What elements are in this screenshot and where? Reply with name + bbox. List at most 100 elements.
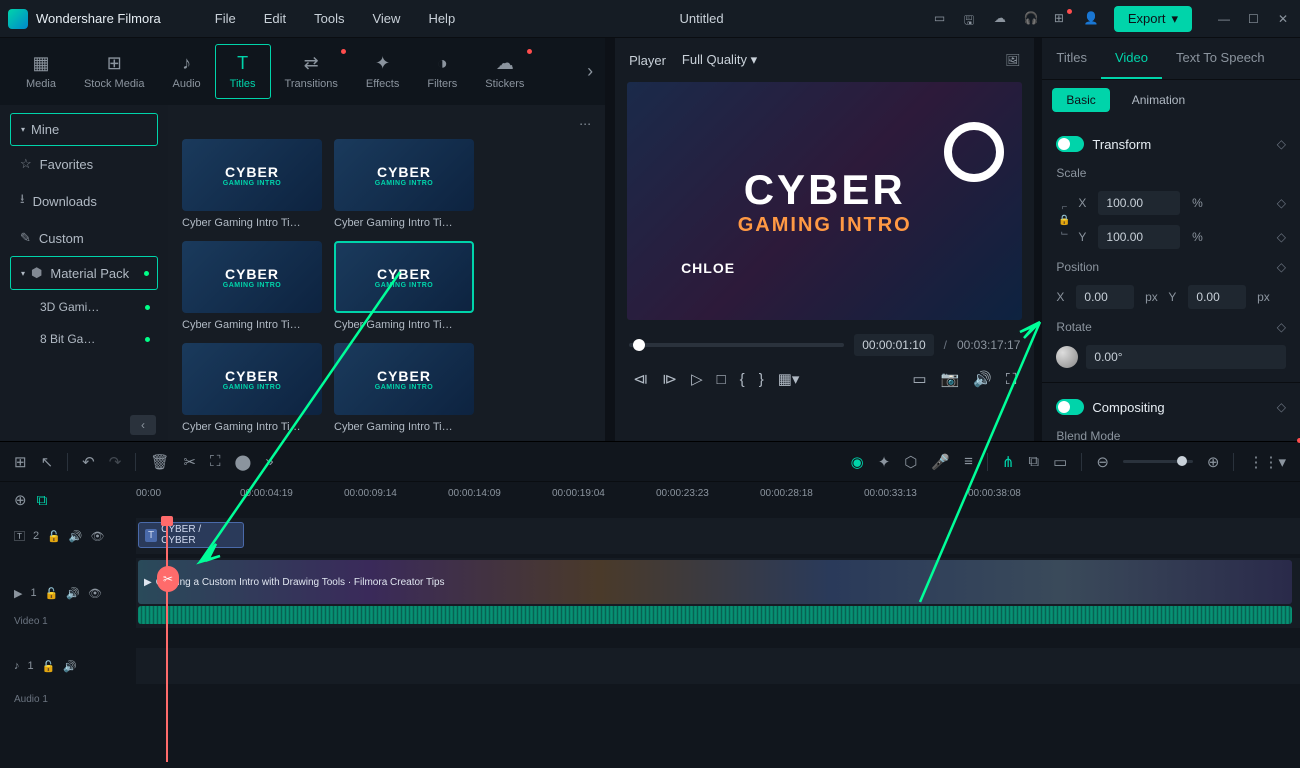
pointer-icon[interactable]: ↖ <box>41 453 54 471</box>
zoom-slider[interactable] <box>1123 460 1193 463</box>
export-button[interactable]: Export▾ <box>1114 6 1192 32</box>
device-icon[interactable]: ▭ <box>934 11 950 27</box>
keyframe-icon[interactable]: ◇ <box>1277 230 1286 244</box>
zoom-in-button[interactable]: ⊕ <box>1207 453 1220 471</box>
stop-button[interactable]: □ <box>717 371 726 388</box>
ai-button[interactable]: ◉ <box>851 453 864 471</box>
track-mute-icon[interactable]: 🔊 <box>63 660 77 673</box>
snapshot-icon[interactable]: 🖼 <box>1005 53 1020 67</box>
mic-icon[interactable]: 🎤 <box>931 453 950 471</box>
layout-icon[interactable]: ⊞ <box>14 453 27 471</box>
sidebar-item-favorites[interactable]: ☆Favorites <box>10 148 158 180</box>
track-lock-icon[interactable]: 🔓 <box>45 587 59 600</box>
preview-viewport[interactable]: CYBER GAMING INTRO CHLOE <box>627 82 1022 320</box>
sidebar-sub-3d-gaming[interactable]: 3D Gami… <box>10 292 158 322</box>
keyframe-icon[interactable]: ◇ <box>1277 260 1286 274</box>
track-link-icon[interactable]: ⧉ <box>37 492 48 509</box>
playhead[interactable] <box>166 522 168 762</box>
compositing-toggle[interactable] <box>1056 399 1084 415</box>
scale-x-input[interactable] <box>1098 191 1180 215</box>
next-frame-button[interactable]: ⧐ <box>662 370 677 388</box>
rotate-input[interactable] <box>1086 345 1286 369</box>
apps-icon[interactable]: ⊞ <box>1054 11 1070 27</box>
mark-in-button[interactable]: { <box>740 371 745 388</box>
menu-help[interactable]: Help <box>414 11 469 26</box>
menu-edit[interactable]: Edit <box>250 11 300 26</box>
cloud-icon[interactable]: ☁ <box>994 11 1010 27</box>
quality-select[interactable]: Full Quality ▾ <box>678 48 777 72</box>
video-clip[interactable]: ▶Crafting a Custom Intro with Drawing To… <box>138 560 1292 604</box>
keyframe-icon[interactable]: ◇ <box>1277 400 1286 414</box>
account-icon[interactable]: 👤 <box>1084 11 1100 27</box>
prop-tab-tts[interactable]: Text To Speech <box>1162 38 1279 79</box>
lock-icon[interactable]: 🔒 <box>1058 215 1070 226</box>
volume-button[interactable]: 🔊 <box>973 370 992 388</box>
transform-toggle[interactable] <box>1056 136 1084 152</box>
scale-y-input[interactable] <box>1098 225 1180 249</box>
prop-tab-titles[interactable]: Titles <box>1042 38 1101 79</box>
thumbnail[interactable]: CYBERGAMING INTRO <box>182 343 322 415</box>
tab-filters[interactable]: ◑Filters <box>413 45 471 98</box>
more-tabs-button[interactable]: › <box>587 61 593 82</box>
audio-waveform[interactable] <box>138 606 1292 624</box>
delete-button[interactable]: 🗑 <box>150 453 169 471</box>
keyframe-icon[interactable]: ◇ <box>1277 137 1286 151</box>
track-visible-icon[interactable]: 👁 <box>88 587 102 600</box>
link-icon[interactable]: ⧉ <box>1028 453 1039 470</box>
sidebar-item-material-pack[interactable]: ▾⬢Material Pack <box>10 256 158 290</box>
rotate-dial[interactable] <box>1056 346 1078 368</box>
view-icon[interactable]: ⋮⋮▾ <box>1248 453 1286 471</box>
pos-y-input[interactable] <box>1188 285 1246 309</box>
track-lock-icon[interactable]: 🔓 <box>42 660 56 673</box>
title-clip[interactable]: TCYBER / CYBER <box>138 522 244 548</box>
tab-titles[interactable]: TTitles <box>215 44 271 99</box>
track-lock-icon[interactable]: 🔓 <box>47 530 61 543</box>
menu-view[interactable]: View <box>358 11 414 26</box>
display-button[interactable]: ▭ <box>912 370 926 388</box>
sidebar-item-custom[interactable]: ✎Custom <box>10 222 158 254</box>
thumbnail[interactable]: CYBERGAMING INTRO <box>334 241 474 313</box>
tab-stock-media[interactable]: ⊞Stock Media <box>70 45 159 98</box>
prop-tab-video[interactable]: Video <box>1101 38 1162 79</box>
track-add-icon[interactable]: ⊕ <box>14 491 27 509</box>
tab-audio[interactable]: ♪Audio <box>159 45 215 98</box>
keyframe-icon[interactable]: ◇ <box>1277 196 1286 210</box>
crop-button[interactable]: ⛶ <box>210 453 221 470</box>
undo-button[interactable]: ↶ <box>82 453 95 471</box>
cut-button[interactable]: ✂ <box>183 453 196 471</box>
magnet-icon[interactable]: ⋔ <box>1002 453 1015 471</box>
ruler[interactable]: 00:0000:00:04:1900:00:09:1400:00:14:0900… <box>136 482 1300 518</box>
marker-icon[interactable]: ▭ <box>1053 453 1067 471</box>
keyframe-icon[interactable]: ◇ <box>1277 320 1286 334</box>
tab-effects[interactable]: ✦Effects <box>352 45 413 98</box>
capture-button[interactable]: 📷 <box>941 370 960 388</box>
subtab-animation[interactable]: Animation <box>1118 88 1199 112</box>
gallery-more-button[interactable]: ⋯ <box>579 117 591 131</box>
menu-tools[interactable]: Tools <box>300 11 358 26</box>
speed-button[interactable]: ▦▾ <box>778 370 800 388</box>
sidebar-item-downloads[interactable]: ⭳Downloads <box>10 182 158 220</box>
thumbnail[interactable]: CYBERGAMING INTRO <box>182 241 322 313</box>
play-button[interactable]: ▷ <box>691 370 703 388</box>
shield-icon[interactable]: ⬡ <box>904 453 917 471</box>
prev-frame-button[interactable]: ⧏ <box>633 370 648 388</box>
fullscreen-button[interactable]: ⛶ <box>1006 371 1017 388</box>
track-mute-icon[interactable]: 🔊 <box>69 530 83 543</box>
headphones-icon[interactable]: 🎧 <box>1024 11 1040 27</box>
thumbnail[interactable]: CYBERGAMING INTRO <box>182 139 322 211</box>
close-button[interactable]: ✕ <box>1278 12 1292 26</box>
tab-stickers[interactable]: ☁Stickers <box>471 45 538 98</box>
record-button[interactable]: ⬤ <box>234 453 251 471</box>
tab-media[interactable]: ▦Media <box>12 45 70 98</box>
tab-transitions[interactable]: ⇄Transitions <box>271 45 352 98</box>
minimize-button[interactable]: — <box>1218 12 1232 26</box>
zoom-out-button[interactable]: ⊖ <box>1096 453 1109 471</box>
subtab-basic[interactable]: Basic <box>1052 88 1109 112</box>
redo-button[interactable]: ↷ <box>109 453 122 471</box>
enhance-icon[interactable]: ✦ <box>878 453 891 471</box>
cut-marker[interactable]: ✂ <box>157 566 179 592</box>
sidebar-collapse-button[interactable]: ‹ <box>130 415 156 435</box>
track-mute-icon[interactable]: 🔊 <box>66 587 80 600</box>
scrubber[interactable] <box>629 343 844 347</box>
track-visible-icon[interactable]: 👁 <box>91 530 105 543</box>
